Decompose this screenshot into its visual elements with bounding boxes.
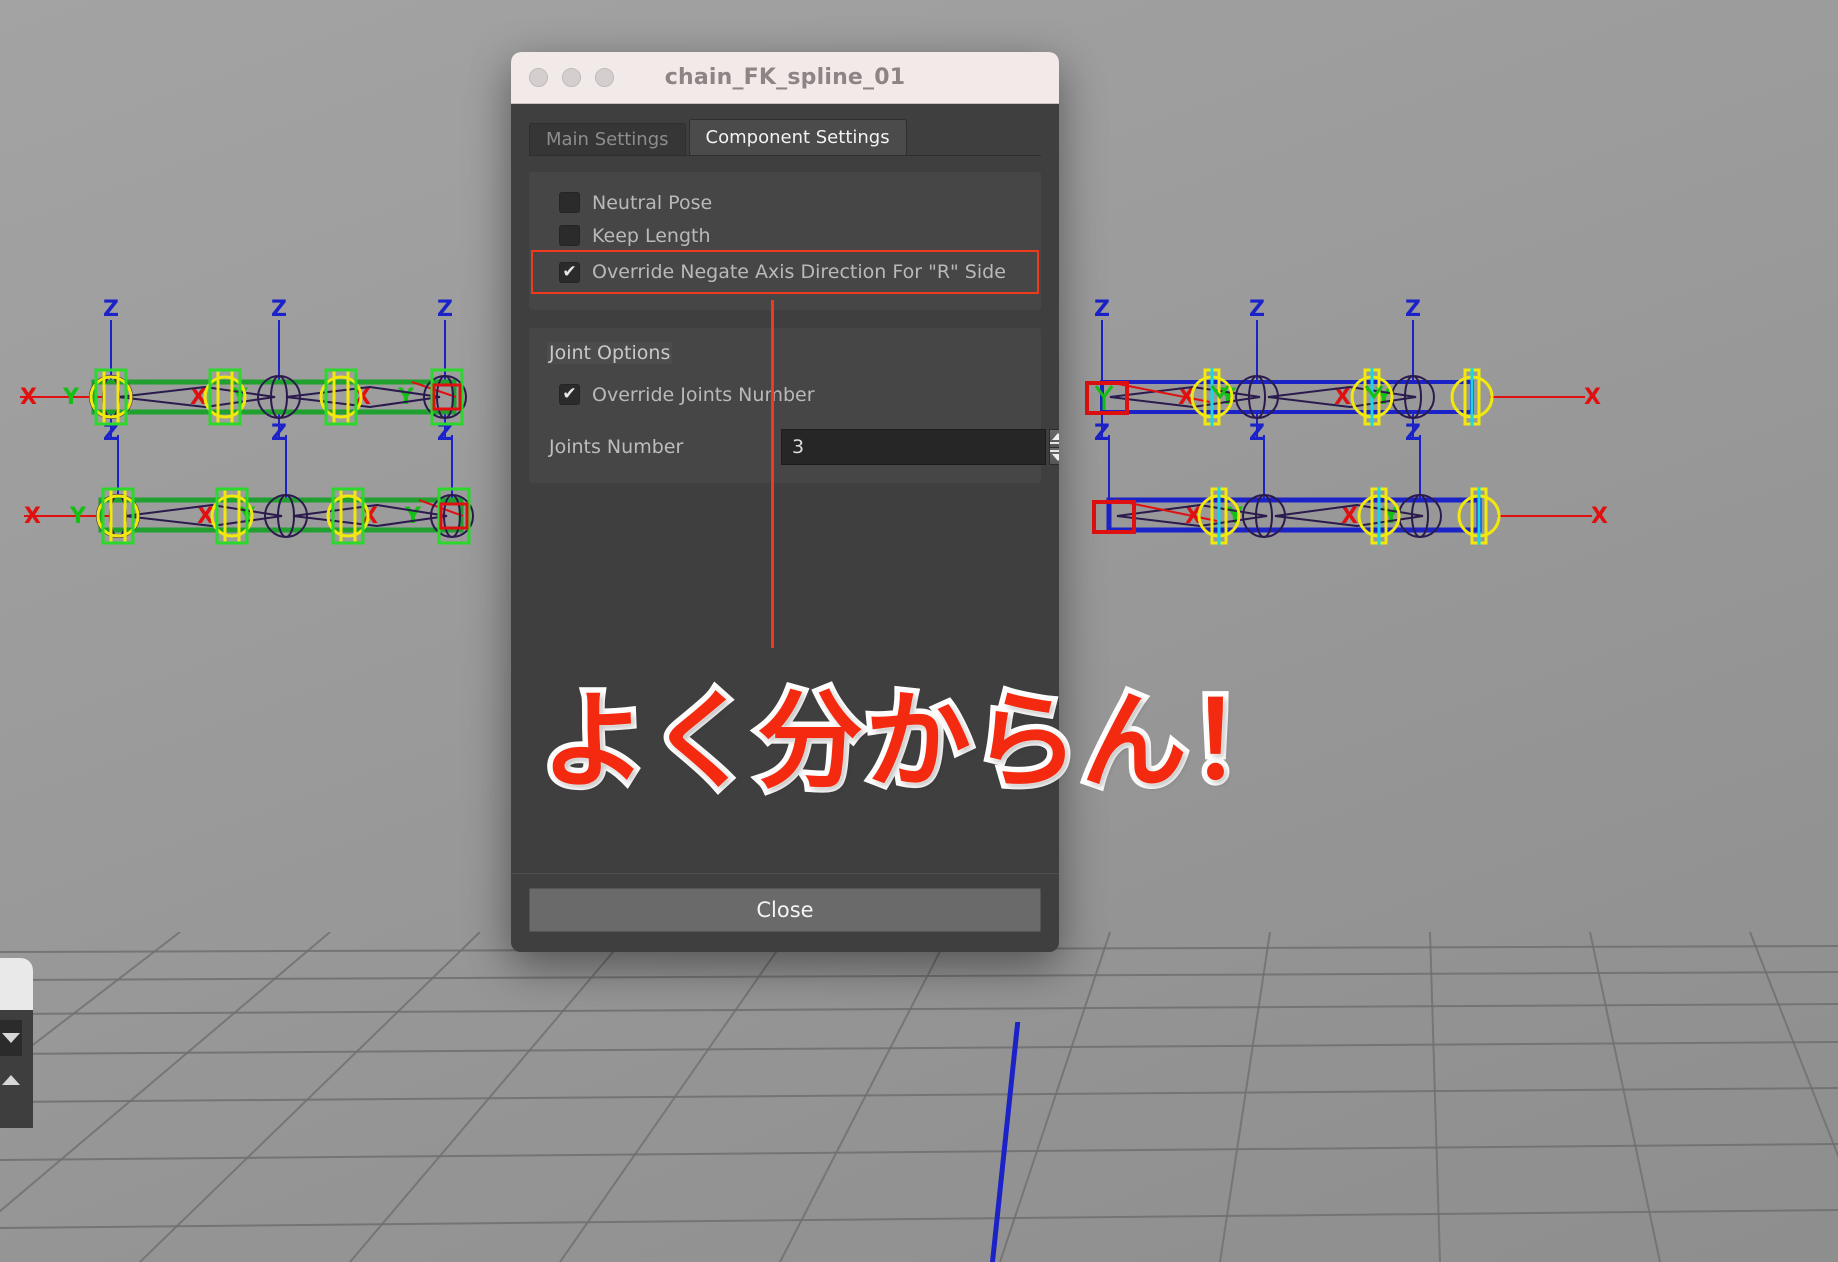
neutral-pose-checkbox[interactable]: ✔ xyxy=(559,192,580,213)
traffic-lights xyxy=(529,68,614,87)
row-neutral-pose[interactable]: ✔ Neutral Pose xyxy=(547,186,1023,219)
tab-bar: Main Settings Component Settings xyxy=(529,119,1041,156)
keep-length-label: Keep Length xyxy=(592,224,711,247)
svg-text:Y: Y xyxy=(404,504,422,529)
viewport-floor-grid xyxy=(0,932,1838,1262)
svg-text:Z: Z xyxy=(271,297,287,322)
tab-component-settings[interactable]: Component Settings xyxy=(688,119,907,155)
svg-text:X: X xyxy=(1591,504,1608,529)
triangle-up-icon xyxy=(2,1075,20,1085)
svg-text:Z: Z xyxy=(1249,297,1265,322)
joints-number-label: Joints Number xyxy=(549,436,684,458)
close-button[interactable]: Close xyxy=(529,888,1041,932)
dialog-titlebar[interactable]: chain_FK_spline_01 xyxy=(511,52,1059,104)
triangle-down-icon xyxy=(2,1033,20,1043)
rig-left-side[interactable]: Z Z Z Z Z Z X X X Y Y Y X X X Y Y Y xyxy=(0,290,520,580)
annotation-pointer-line xyxy=(771,300,774,648)
override-joints-number-checkbox[interactable]: ✔ xyxy=(559,384,580,405)
svg-text:Y: Y xyxy=(62,385,80,410)
chevron-down-icon xyxy=(1050,450,1059,462)
svg-text:Y: Y xyxy=(1219,385,1237,410)
svg-text:Z: Z xyxy=(103,297,119,322)
chevron-up-icon xyxy=(1050,432,1059,444)
keep-length-checkbox[interactable]: ✔ xyxy=(559,225,580,246)
row-override-joints-number[interactable]: ✔ Override Joints Number xyxy=(547,378,1023,411)
joint-options-title: Joint Options xyxy=(547,342,673,364)
svg-text:X: X xyxy=(20,385,37,410)
zoom-window-button[interactable] xyxy=(595,68,614,87)
stepper-decrement-button[interactable] xyxy=(1049,447,1059,465)
svg-text:Y: Y xyxy=(397,385,415,410)
svg-text:X: X xyxy=(24,504,41,529)
svg-text:Y: Y xyxy=(69,504,87,529)
override-negate-axis-label: Override Negate Axis Direction For "R" S… xyxy=(592,261,1006,283)
neutral-pose-label: Neutral Pose xyxy=(592,191,713,214)
joints-number-input[interactable] xyxy=(781,429,1046,465)
dialog-body: Main Settings Component Settings ✔ Neutr… xyxy=(511,104,1059,873)
svg-text:Y: Y xyxy=(1226,504,1244,529)
scroll-up-button[interactable] xyxy=(0,1062,22,1098)
stepper-increment-button[interactable] xyxy=(1049,429,1059,448)
svg-text:X: X xyxy=(1584,385,1601,410)
general-options-group: ✔ Neutral Pose ✔ Keep Length ✔ Override … xyxy=(529,172,1041,310)
joint-options-group: Joint Options ✔ Override Joints Number J… xyxy=(529,328,1059,483)
joints-number-stepper[interactable] xyxy=(781,429,1059,465)
grid-lines xyxy=(0,932,1838,1262)
settings-panel: ✔ Neutral Pose ✔ Keep Length ✔ Override … xyxy=(529,156,1059,873)
svg-text:Z: Z xyxy=(271,421,287,446)
minimize-window-button[interactable] xyxy=(562,68,581,87)
rig-right-side[interactable]: Z Z Z Z Z Z X X X Y Y xyxy=(1060,290,1620,580)
override-negate-axis-checkbox[interactable]: ✔ xyxy=(559,261,580,283)
svg-text:Z: Z xyxy=(1094,297,1110,322)
check-icon: ✔ xyxy=(562,261,577,282)
row-keep-length[interactable]: ✔ Keep Length xyxy=(547,219,1023,252)
close-window-button[interactable] xyxy=(529,68,548,87)
left-dock-header xyxy=(0,958,33,1010)
svg-text:Z: Z xyxy=(1405,421,1421,446)
svg-text:Z: Z xyxy=(1405,297,1421,322)
tab-main-settings[interactable]: Main Settings xyxy=(529,123,686,155)
left-dock-panel[interactable] xyxy=(0,958,33,1128)
svg-text:Z: Z xyxy=(437,297,453,322)
scroll-down-button[interactable] xyxy=(0,1020,22,1056)
check-icon: ✔ xyxy=(562,384,577,404)
dialog-footer: Close xyxy=(511,873,1059,952)
svg-text:Z: Z xyxy=(1094,421,1110,446)
override-joints-number-label: Override Joints Number xyxy=(592,383,815,406)
svg-text:Z: Z xyxy=(1249,421,1265,446)
component-settings-dialog[interactable]: chain_FK_spline_01 Main Settings Compone… xyxy=(511,52,1059,952)
stepper-buttons xyxy=(1049,429,1059,465)
row-override-negate-axis[interactable]: ✔ Override Negate Axis Direction For "R"… xyxy=(531,250,1039,294)
row-joints-number: Joints Number xyxy=(547,429,1059,465)
screen: Z Z Z Z Z Z X X X Y Y Y X X X Y Y Y Z Z … xyxy=(0,0,1838,1262)
